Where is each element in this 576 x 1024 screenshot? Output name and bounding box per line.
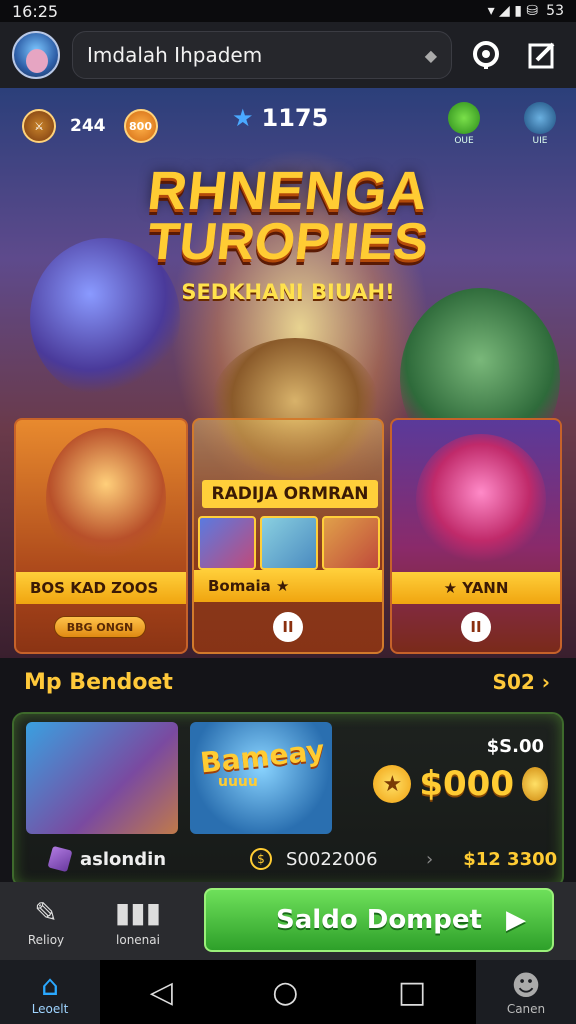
card-3-pause-button[interactable]: II <box>461 612 491 642</box>
coin-icon <box>522 767 548 801</box>
crossed-swords-icon <box>524 102 556 134</box>
stat-left-value: 244 <box>70 116 106 136</box>
signal-icons: ▾ ◢ ▮ ⛁ <box>487 3 539 19</box>
card-1-label: BOS KAD ZOOS <box>16 572 186 604</box>
search-input[interactable]: Imdalah Ihpadem ◆ <box>72 31 452 79</box>
leaf-badge-icon <box>448 102 480 134</box>
hero-subtitle: SEDKHANI BIUAH! <box>181 280 395 304</box>
star-value: 1175 <box>261 104 329 132</box>
action-bar: ✎ Relioy ▮▮▮ lonenai Saldo Dompet ▶ <box>0 882 576 960</box>
user-icon: ☻ <box>511 968 541 1002</box>
card-3-label: ★ YANN <box>392 572 560 604</box>
feature-row-mid: S0022006 <box>286 848 378 870</box>
sword-badge-icon: ⚔ <box>22 109 56 143</box>
chevron-right-icon: › <box>426 848 434 870</box>
feature-price-small: $S.00 <box>486 736 544 757</box>
home-circle-icon[interactable]: ○ <box>272 975 298 1010</box>
feature-thumbnail-game[interactable]: Bameay uuuu <box>190 722 332 834</box>
card-1-pill-button[interactable]: BBG ONGN <box>54 616 146 638</box>
feature-info-row: aslondin $ S0022006 › $12 3300 <box>14 844 562 874</box>
support-icon[interactable] <box>464 33 508 77</box>
search-icon: ◆ <box>424 45 437 65</box>
warrior-illustration <box>46 428 166 568</box>
mini-right-label: UIE <box>532 136 548 146</box>
status-time: 16:25 <box>12 1 59 21</box>
app-root: 16:25 ▾ ◢ ▮ ⛁ 53 Imdalah Ihpadem ◆ ⚔ 244… <box>0 0 576 1024</box>
hero-mini-icons: OUE UIE <box>448 102 556 146</box>
thumbnail[interactable] <box>198 516 256 570</box>
back-icon[interactable]: ◁ <box>150 975 173 1010</box>
action-left-label: Relioy <box>27 932 65 947</box>
star-icon: ★ <box>232 104 254 132</box>
section-title: Mp Bendoet <box>24 670 173 695</box>
battery-level: 53 <box>546 3 564 19</box>
card-2-label: Bomaia ★ <box>194 570 382 602</box>
nav-account[interactable]: ☻ Canen <box>476 960 576 1024</box>
action-mid-button[interactable]: ▮▮▮ lonenai <box>92 896 184 947</box>
mini-item-left[interactable]: OUE <box>448 102 480 146</box>
coin-icon: 800 <box>123 109 158 143</box>
card-2-pause-button[interactable]: II <box>273 612 303 642</box>
nav-home[interactable]: ⌂ Leoelt <box>0 960 100 1024</box>
coin-outline-icon: $ <box>250 848 272 870</box>
edit-icon[interactable] <box>520 33 564 77</box>
controller-icon: ✎ <box>34 895 58 929</box>
card-2-banner: RADIJA ORMRAN <box>202 480 378 508</box>
section-more-link[interactable]: S02 › <box>493 670 550 694</box>
home-icon: ⌂ <box>41 968 59 1002</box>
sorceress-illustration <box>416 434 546 564</box>
star-coin-icon: ★ <box>373 765 412 803</box>
status-bar: 16:25 ▾ ◢ ▮ ⛁ 53 <box>0 0 576 22</box>
feature-row-right: $12 3300 <box>463 848 558 870</box>
featured-offer-card[interactable]: Bameay uuuu $S.00 ★ $000 aslondin $ S002… <box>12 712 564 888</box>
card-2-thumbnails <box>198 516 380 570</box>
avatar[interactable] <box>12 31 60 79</box>
bottom-nav: ⌂ Leoelt ◁ ○ □ ☻ Canen <box>0 960 576 1024</box>
feature-thumb-sub: uuuu <box>218 774 258 790</box>
nav-account-label: Canen <box>506 1001 546 1016</box>
promo-card-2[interactable]: RADIJA ORMRAN Bomaia ★ II <box>192 418 384 654</box>
feature-thumb-title: Bameay <box>198 733 327 780</box>
hero-title-line2: TUROPIIES <box>144 213 432 271</box>
gem-icon <box>47 845 73 873</box>
recents-icon[interactable]: □ <box>398 975 426 1010</box>
nav-home-label: Leoelt <box>31 1001 69 1016</box>
feature-price-big: ★ $000 <box>373 764 548 804</box>
search-text: Imdalah Ihpadem <box>87 43 263 67</box>
status-icons: ▾ ◢ ▮ ⛁ 53 <box>488 3 564 19</box>
hero-banner[interactable]: ⚔ 244 800 ★ 1175 OUE UIE RHNENGA TUROPII… <box>0 88 576 658</box>
top-bar: Imdalah Ihpadem ◆ <box>0 22 576 88</box>
bar-chart-icon: ▮▮▮ <box>114 895 162 929</box>
mini-left-label: OUE <box>454 136 474 146</box>
system-nav-buttons: ◁ ○ □ <box>100 975 476 1010</box>
feature-price-big-value: $000 <box>419 764 514 804</box>
action-left-button[interactable]: ✎ Relioy <box>0 896 92 947</box>
star-counter: ★ 1175 <box>232 104 328 132</box>
feature-thumbnail-heroes[interactable] <box>26 722 178 834</box>
feature-row-left: aslondin <box>80 848 167 870</box>
mini-item-right[interactable]: UIE <box>524 102 556 146</box>
saldo-dompet-button[interactable]: Saldo Dompet ▶ <box>204 888 554 952</box>
thumbnail[interactable] <box>322 516 380 570</box>
play-icon: ▶ <box>506 905 526 935</box>
action-mid-label: lonenai <box>116 932 160 947</box>
thumbnail[interactable] <box>260 516 318 570</box>
cta-label: Saldo Dompet <box>276 905 482 935</box>
promo-card-1[interactable]: BOS KAD ZOOS BBG ONGN <box>14 418 188 654</box>
promo-card-3[interactable]: ★ YANN II <box>390 418 562 654</box>
